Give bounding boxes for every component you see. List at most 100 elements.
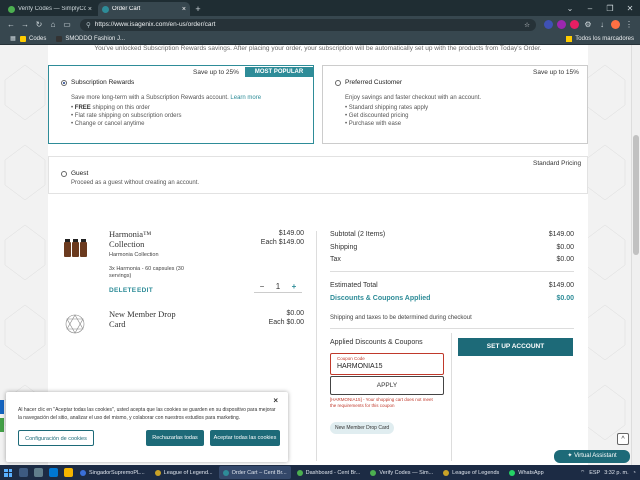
back-to-top-button[interactable]: ^ [617, 433, 629, 445]
new-tab-icon[interactable]: + [192, 4, 204, 14]
app-icon [509, 469, 516, 476]
address-bar[interactable]: ⚲ https://www.isagenix.com/en-us/order/c… [80, 18, 536, 31]
plan-radio[interactable] [61, 171, 67, 177]
tab-favicon-icon [8, 5, 15, 13]
quantity-stepper: − 1 + [254, 281, 302, 293]
benefit-item: Flat rate shipping on subscription order… [71, 112, 182, 120]
reload-icon[interactable]: ↻ [32, 20, 46, 29]
language-indicator[interactable]: ESP [589, 470, 600, 476]
folder-icon [20, 35, 26, 42]
product-name[interactable]: New Member Drop Card [109, 309, 176, 329]
plan-savings: Save up to 15% [533, 69, 579, 76]
apps-grid-icon[interactable]: ▦ [6, 35, 20, 42]
folder-icon [566, 35, 573, 42]
tab-title: Order Cart [112, 6, 141, 12]
bookmark-label: SMODDO Fashion J... [65, 35, 126, 42]
accept-cookies-button[interactable]: Aceptar todas las cookies [210, 430, 280, 446]
tab-order-cart[interactable]: Order Cart × [98, 2, 190, 16]
reject-cookies-button[interactable]: Rechazarlas todas [146, 430, 204, 446]
discounts-row: Discounts & Coupons Applied $0.00 [330, 295, 574, 302]
windows-start-icon[interactable] [4, 468, 12, 477]
plan-radio[interactable] [335, 80, 341, 86]
url-text: https://www.isagenix.com/en-us/order/car… [94, 21, 216, 28]
extension-icon[interactable] [557, 20, 566, 29]
maximize-icon[interactable]: ❐ [600, 4, 620, 13]
plan-benefits: FREE shipping on this order Flat rate sh… [71, 104, 182, 128]
bottle [64, 239, 71, 257]
taskbar-item[interactable]: League of Legends [439, 466, 503, 479]
page-scrollbar[interactable] [631, 45, 640, 465]
tab-search-icon[interactable]: ⌄ [560, 4, 580, 13]
learn-more-link[interactable]: Learn more [230, 95, 261, 101]
profile-avatar[interactable] [611, 20, 620, 29]
product-name[interactable]: Harmonia™ Collection [109, 229, 151, 249]
increase-quantity-button[interactable]: + [286, 282, 302, 291]
more-menu-icon[interactable]: ⋮ [622, 20, 636, 29]
plan-preferred-customer[interactable]: Preferred Customer Save up to 15% Enjoy … [322, 65, 588, 144]
coupon-error-message: [HARMONIA15] - Your shopping cart does n… [330, 397, 433, 408]
plan-title: Guest [71, 170, 89, 177]
download-icon[interactable]: ↓ [595, 20, 609, 29]
most-popular-badge: MOST POPULAR [245, 67, 313, 77]
plan-radio-selected[interactable] [61, 80, 67, 86]
drop-card-image[interactable] [64, 313, 86, 335]
virtual-assistant-button[interactable]: ✦ Virtual Assistant [554, 450, 630, 463]
edge-icon[interactable] [49, 468, 58, 477]
accessibility-widget[interactable] [0, 418, 4, 432]
decrease-quantity-button[interactable]: − [254, 282, 270, 291]
shipping-note: Shipping and taxes to be determined duri… [330, 315, 472, 321]
edit-link[interactable]: EDIT [137, 287, 153, 294]
scrollbar-thumb[interactable] [633, 135, 639, 255]
plan-title: Subscription Rewards [71, 79, 135, 86]
taskbar-item[interactable]: Dashboard - Cent Br... [293, 466, 365, 479]
clock[interactable]: 3:32 p. m. [604, 470, 628, 476]
taskbar-item[interactable]: SingadorSupremoPL... [76, 466, 149, 479]
plan-guest[interactable]: Guest Standard Pricing Proceed as a gues… [48, 156, 588, 194]
close-icon[interactable]: × [273, 396, 278, 405]
home-icon[interactable]: ⌂ [46, 20, 60, 29]
apply-coupon-button[interactable]: APPLY [330, 376, 444, 395]
task-view-icon[interactable] [34, 468, 43, 477]
quantity-value[interactable]: 1 [270, 282, 286, 291]
benefit-item: Get discounted pricing [345, 112, 428, 120]
bookmark-star-icon[interactable]: ☆ [524, 21, 530, 29]
cast-icon[interactable]: ▭ [60, 20, 74, 29]
bookmark-smoddo[interactable]: SMODDO Fashion J... [56, 35, 126, 42]
harmonia-product-image[interactable] [64, 238, 88, 258]
tab-verify-codes[interactable]: Verify Codes — SimplyCodes × [4, 2, 96, 16]
coupon-code-field[interactable]: Coupon Code HARMONIA15 [330, 353, 444, 375]
taskbar-item[interactable]: League of Legend... [151, 466, 217, 479]
estimated-total-row: Estimated Total $149.00 [330, 282, 574, 289]
product-detail: 3x Harmonia - 60 capsules (30 servings) [109, 266, 184, 279]
taskbar-item[interactable]: Order Cart – Cent Br... [218, 466, 291, 479]
minimize-icon[interactable]: – [580, 4, 600, 13]
plan-description: Proceed as a guest without creating an a… [71, 180, 200, 186]
plan-subscription-rewards[interactable]: Subscription Rewards Save up to 25% MOST… [48, 65, 314, 144]
coupon-field-value: HARMONIA15 [337, 363, 383, 370]
notification-icon[interactable]: ◔ [633, 470, 636, 476]
tab-close-icon[interactable]: × [88, 6, 92, 13]
extension-icon[interactable] [570, 20, 579, 29]
all-bookmarks[interactable]: Todos los marcadores [566, 35, 634, 42]
taskbar-item[interactable]: Verify Codes — Sim... [366, 466, 437, 479]
extensions-puzzle-icon[interactable]: ⚙ [581, 20, 595, 29]
back-arrow-icon[interactable]: ← [4, 20, 18, 29]
set-up-account-button[interactable]: SET UP ACCOUNT [458, 338, 573, 356]
wifi-icon[interactable]: ⌔ [580, 469, 585, 476]
virtual-assistant-label: Virtual Assistant [574, 453, 617, 459]
delete-link[interactable]: DELETE [109, 287, 136, 294]
forward-arrow-icon[interactable]: → [18, 20, 32, 29]
extension-icon[interactable] [544, 20, 553, 29]
site-info-icon[interactable]: ⚲ [86, 21, 91, 29]
close-window-icon[interactable]: ✕ [620, 4, 640, 13]
tab-close-icon[interactable]: × [182, 6, 186, 13]
cookie-settings-button[interactable]: Configuración de cookies [18, 430, 94, 446]
bookmark-label: Codes [29, 35, 47, 42]
accessibility-widget[interactable] [0, 400, 4, 414]
taskbar-item[interactable]: WhatsApp [505, 466, 547, 479]
plan-benefits: Standard shipping rates apply Get discou… [345, 104, 428, 128]
file-explorer-icon[interactable] [64, 468, 73, 477]
search-icon[interactable] [19, 468, 28, 477]
bookmark-codes[interactable]: Codes [20, 35, 47, 42]
applied-coupon-chip[interactable]: New Member Drop Card [330, 422, 395, 434]
